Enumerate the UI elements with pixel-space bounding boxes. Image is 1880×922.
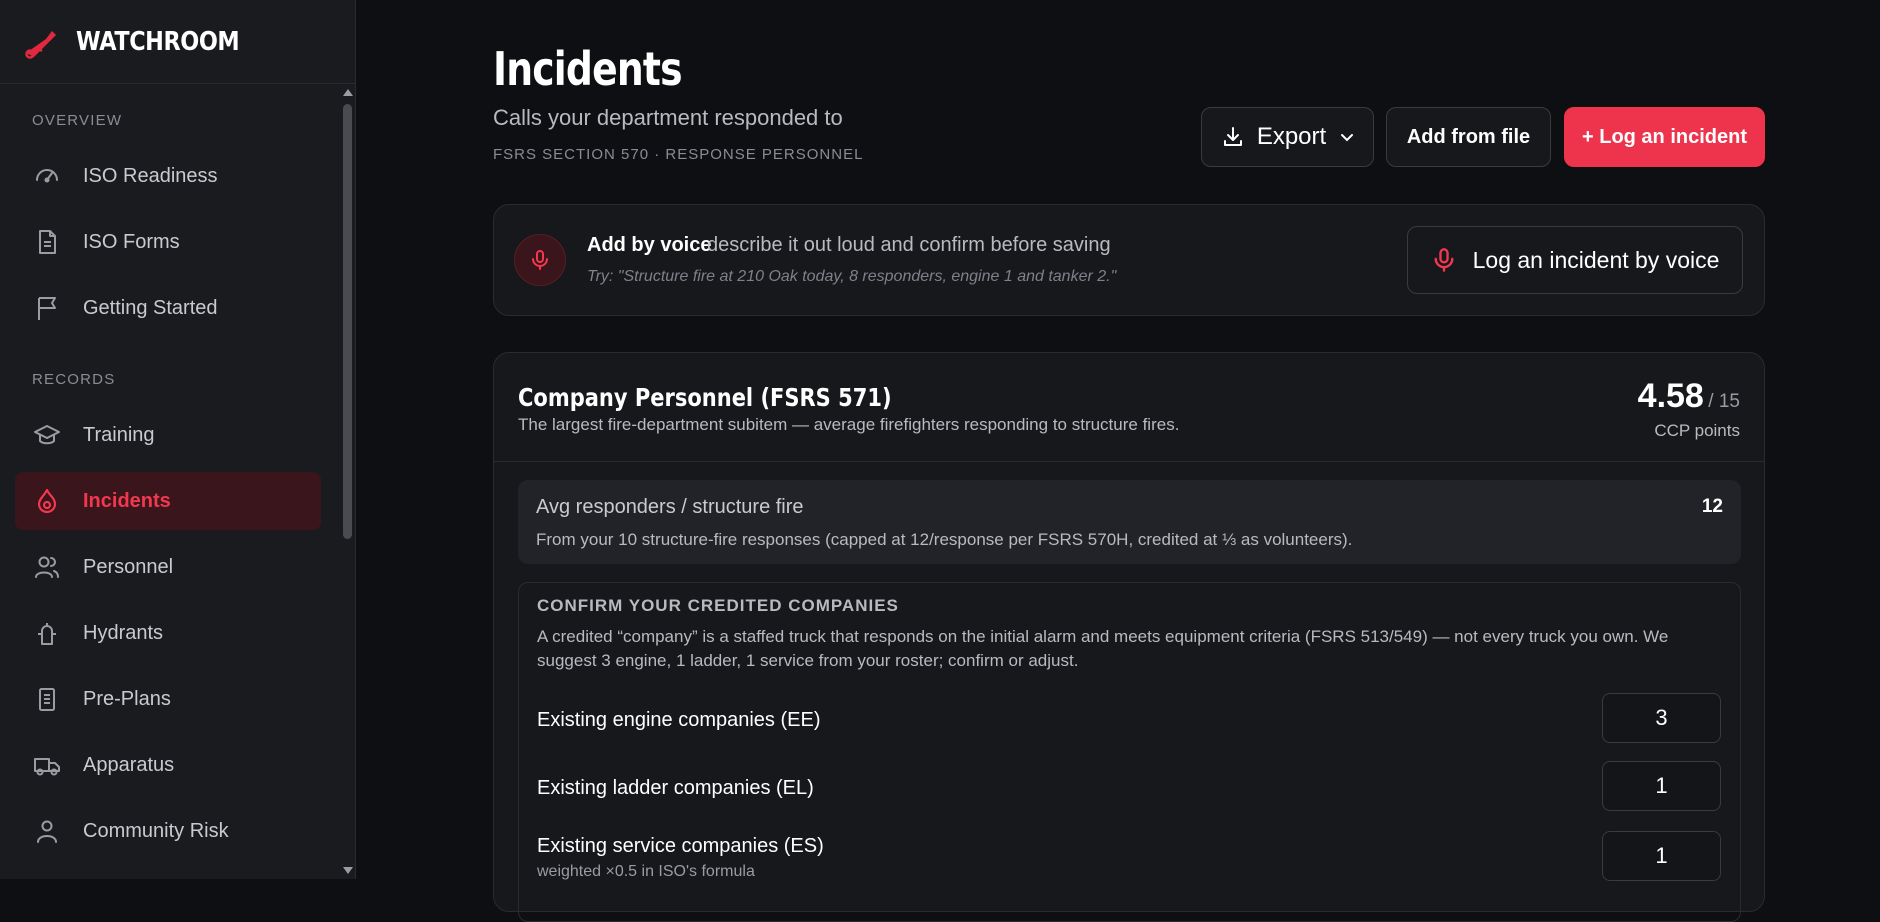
scroll-thumb[interactable] xyxy=(343,104,352,539)
sidebar-item-personnel[interactable]: Personnel xyxy=(15,538,321,596)
avg-responders-label: Avg responders / structure fire xyxy=(536,496,804,518)
service-companies-label: Existing service companies (ES) xyxy=(537,835,824,857)
flag-icon xyxy=(33,294,61,322)
sidebar-item-getting-started[interactable]: Getting Started xyxy=(15,279,321,337)
gauge-icon xyxy=(33,162,61,190)
clipboard-icon xyxy=(33,685,61,713)
export-button[interactable]: Export xyxy=(1201,107,1374,167)
flame-icon xyxy=(33,487,61,515)
brand-name: WATCHROOM xyxy=(76,26,240,57)
confirm-description: A credited “company” is a staffed truck … xyxy=(537,627,1669,670)
company-description: The largest fire-department subitem — av… xyxy=(518,415,1180,434)
ccp-score-unit: CCP points xyxy=(1654,421,1740,440)
engine-companies-label: Existing engine companies (EE) xyxy=(537,709,821,731)
sidebar-item-label: Pre-Plans xyxy=(83,687,171,710)
sidebar-item-label: Training xyxy=(83,423,155,446)
avg-responders-note: From your 10 structure-fire responses (c… xyxy=(536,530,1353,549)
sidebar-item-pre-plans[interactable]: Pre-Plans xyxy=(15,670,321,728)
document-icon xyxy=(33,228,61,256)
service-companies-input[interactable]: 1 xyxy=(1602,831,1721,881)
divider xyxy=(494,461,1764,462)
page-tag: FSRS SECTION 570 · RESPONSE PERSONNEL xyxy=(493,146,864,163)
company-personnel-card: Company Personnel (FSRS 571) The largest… xyxy=(493,352,1765,922)
sidebar-item-label: ISO Readiness xyxy=(83,164,218,187)
sidebar-item-iso-forms[interactable]: ISO Forms xyxy=(15,213,321,271)
sidebar-nav: OVERVIEW ISO Readiness ISO Forms Getting… xyxy=(0,84,340,879)
users-icon xyxy=(33,553,61,581)
log-by-voice-label: Log an incident by voice xyxy=(1472,246,1720,273)
chevron-down-icon xyxy=(1340,130,1354,144)
export-label: Export xyxy=(1256,123,1327,150)
hydrant-icon xyxy=(33,619,61,647)
ccp-score-max: / 15 xyxy=(1708,391,1740,412)
section-label-overview: OVERVIEW xyxy=(32,112,123,129)
service-companies-note: weighted ×0.5 in ISO's formula xyxy=(537,863,755,880)
sidebar-item-label: Apparatus xyxy=(83,753,175,776)
page-subtitle: Calls your department responded to xyxy=(493,105,843,130)
sidebar-scrollbar[interactable] xyxy=(340,84,355,879)
ccp-score: 4.58 / 15 xyxy=(1638,377,1740,416)
confirm-title: CONFIRM YOUR CREDITED COMPANIES xyxy=(537,596,899,615)
sidebar-item-label: Community Risk xyxy=(83,819,229,842)
sidebar-item-community-risk[interactable]: Community Risk xyxy=(15,802,321,860)
sidebar-item-label: Hydrants xyxy=(83,621,164,644)
mic-icon xyxy=(514,234,566,286)
sidebar: WATCHROOM OVERVIEW ISO Readiness ISO For… xyxy=(0,0,356,879)
voice-card: Add by voice describe it out loud and co… xyxy=(493,204,1765,316)
ccp-score-value: 4.58 xyxy=(1637,377,1704,415)
avg-responders-value: 12 xyxy=(1701,496,1723,517)
sidebar-item-iso-readiness[interactable]: ISO Readiness xyxy=(15,147,321,205)
scroll-up-icon[interactable] xyxy=(343,89,353,96)
brand[interactable]: WATCHROOM xyxy=(0,0,355,84)
ladder-companies-label: Existing ladder companies (EL) xyxy=(537,777,814,799)
company-title: Company Personnel (FSRS 571) xyxy=(518,383,892,412)
sidebar-item-label: Incidents xyxy=(83,489,171,512)
mic-icon xyxy=(1431,247,1457,273)
ladder-companies-input[interactable]: 1 xyxy=(1602,761,1721,811)
scroll-down-icon[interactable] xyxy=(343,867,353,874)
graduation-cap-icon xyxy=(33,421,61,449)
voice-description: describe it out loud and confirm before … xyxy=(707,234,1111,256)
trumpet-icon xyxy=(22,25,60,59)
log-by-voice-button[interactable]: Log an incident by voice xyxy=(1407,226,1743,294)
sidebar-item-label: Personnel xyxy=(83,555,174,578)
log-incident-button[interactable]: + Log an incident xyxy=(1564,107,1765,167)
voice-title: Add by voice xyxy=(587,234,712,256)
truck-icon xyxy=(33,751,61,779)
download-icon xyxy=(1221,125,1245,149)
voice-hint: Try: "Structure fire at 210 Oak today, 8… xyxy=(587,268,1117,285)
main-content: Incidents Calls your department responde… xyxy=(356,0,1880,922)
sidebar-item-training[interactable]: Training xyxy=(15,406,321,464)
sidebar-item-label: Getting Started xyxy=(83,296,218,319)
sidebar-item-label: ISO Forms xyxy=(83,230,180,253)
sidebar-item-hydrants[interactable]: Hydrants xyxy=(15,604,321,662)
sidebar-item-apparatus[interactable]: Apparatus xyxy=(15,736,321,794)
engine-companies-input[interactable]: 3 xyxy=(1602,693,1721,743)
user-icon xyxy=(33,817,61,845)
page-title: Incidents xyxy=(493,42,683,96)
section-label-records: RECORDS xyxy=(32,371,116,388)
sidebar-item-incidents[interactable]: Incidents xyxy=(15,472,321,530)
add-from-file-button[interactable]: Add from file xyxy=(1386,107,1551,167)
confirm-companies-box: CONFIRM YOUR CREDITED COMPANIES A credit… xyxy=(518,582,1741,922)
avg-responders-box: Avg responders / structure fire 12 From … xyxy=(518,480,1741,564)
